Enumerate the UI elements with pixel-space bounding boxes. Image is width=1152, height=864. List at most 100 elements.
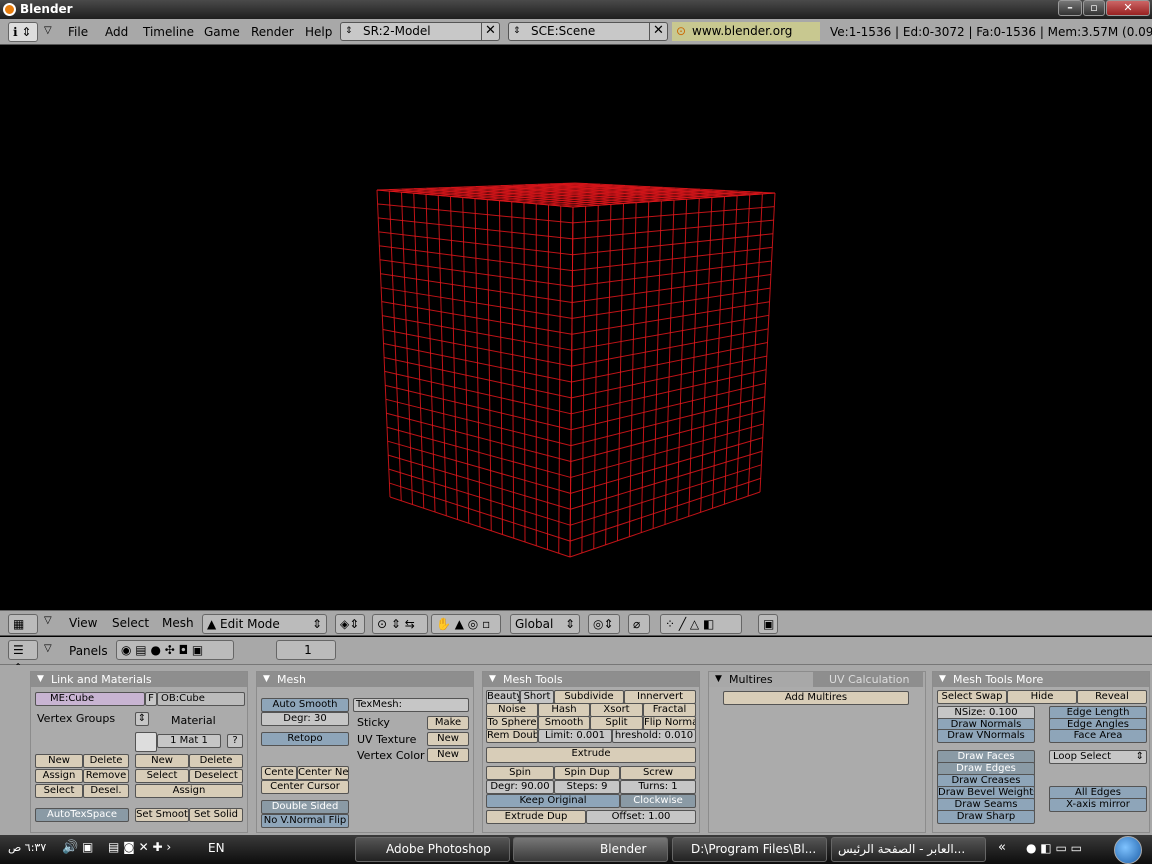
fake-user-button[interactable]: F (145, 692, 157, 706)
vcol-new-button[interactable]: New (427, 748, 469, 762)
fractal-button[interactable]: Fractal (643, 703, 696, 717)
vgroup-new-button[interactable]: New (35, 754, 83, 768)
flip-normals-button[interactable]: Flip Norma (643, 716, 696, 730)
menu-file[interactable]: File (68, 25, 88, 39)
panel-title[interactable]: ▼ Link and Materials (31, 672, 247, 687)
delete-screen-button[interactable]: ✕ (481, 22, 499, 41)
collapse-icon[interactable]: ▽ (44, 25, 52, 36)
close-window-button[interactable]: ✕ (1106, 0, 1150, 16)
material-deselect-button[interactable]: Deselect (189, 769, 243, 783)
3d-viewport[interactable] (0, 45, 1152, 610)
task-browser[interactable]: العابر - الصفحة الرئيس... (831, 837, 986, 862)
panel-title[interactable]: ▼ Mesh Tools More (933, 672, 1149, 687)
frame-field[interactable]: 1 (276, 640, 336, 660)
editor-type-button[interactable]: ℹ ⇕ (8, 22, 38, 42)
split-button[interactable]: Split (590, 716, 643, 730)
orientation-selector[interactable]: Global ⇕ (510, 614, 580, 634)
select-swap-button[interactable]: Select Swap (937, 690, 1007, 704)
select-mode-buttons[interactable]: ⁘ ╱ △ ◧ (660, 614, 742, 634)
scene-selector[interactable]: ⇕ SCE:Scene ✕ (508, 22, 668, 41)
screen-selector[interactable]: ⇕ SR:2-Model ✕ (340, 22, 500, 41)
center-button[interactable]: Cente (261, 766, 297, 780)
maximize-button[interactable]: ▫ (1083, 0, 1105, 16)
sticky-make-button[interactable]: Make (427, 716, 469, 730)
material-delete-button[interactable]: Delete (189, 754, 243, 768)
tab-multires[interactable]: Multires (729, 673, 773, 686)
short-toggle[interactable]: Short (520, 690, 554, 704)
hash-button[interactable]: Hash (538, 703, 590, 717)
spin-steps-field[interactable]: Steps: 9 (554, 780, 620, 794)
limit-field[interactable]: Limit: 0.001 (538, 729, 612, 743)
texmesh-field[interactable]: TexMesh: (353, 698, 469, 712)
set-smooth-button[interactable]: Set Smoot (135, 808, 189, 822)
subdivide-button[interactable]: Subdivide (554, 690, 624, 704)
xsort-button[interactable]: Xsort (590, 703, 643, 717)
menu-game[interactable]: Game (204, 25, 240, 39)
vgroup-menu-button[interactable]: ⇕ (135, 712, 149, 726)
extrude-button[interactable]: Extrude (486, 747, 696, 763)
editor-type-button[interactable]: ☰ ⇕ (8, 640, 38, 675)
blender-link[interactable]: ⊙ www.blender.org 248.1 (672, 22, 820, 57)
center-cursor-button[interactable]: Center Cursor (261, 780, 349, 794)
volume-icon[interactable]: 🔊 (62, 840, 78, 855)
minimize-button[interactable]: – (1058, 0, 1082, 16)
editor-type-button[interactable]: ▦ ⇕ (8, 614, 38, 649)
menu-select[interactable]: Select (112, 616, 149, 630)
expand-tray-icon[interactable]: « (998, 840, 1006, 855)
face-area-toggle[interactable]: Face Area (1049, 729, 1147, 743)
vgroup-assign-button[interactable]: Assign (35, 769, 83, 783)
context-buttons[interactable]: ◉ ▤ ● ✣ ◘ ▣ (116, 640, 234, 660)
noise-button[interactable]: Noise (486, 703, 538, 717)
double-sided-toggle[interactable]: Double Sided (261, 800, 349, 814)
loop-select-dropdown[interactable]: Loop Select ⇕ (1049, 750, 1147, 764)
snap-button[interactable]: ⌀ (628, 614, 650, 634)
tab-uv-calculation[interactable]: UV Calculation (813, 672, 923, 687)
vgroup-select-button[interactable]: Select (35, 784, 83, 798)
panel-title[interactable]: ▼ Mesh Tools (483, 672, 699, 687)
panel-title[interactable]: ▼ Mesh (257, 672, 473, 687)
offset-field[interactable]: Offset: 1.00 (586, 810, 696, 824)
task-photoshop[interactable]: Adobe Photoshop (355, 837, 510, 862)
render-preview-button[interactable]: ▣ (758, 614, 778, 634)
task-command-prompt[interactable]: D:\Program Files\Bl... (672, 837, 827, 862)
start-button[interactable] (1114, 836, 1142, 864)
no-vnormal-flip-toggle[interactable]: No V.Normal Flip (261, 814, 349, 828)
draw-vnormals-toggle[interactable]: Draw VNormals (937, 729, 1035, 743)
help-button[interactable]: ? (227, 734, 243, 748)
set-solid-button[interactable]: Set Solid (189, 808, 243, 822)
uvtex-new-button[interactable]: New (427, 732, 469, 746)
add-multires-button[interactable]: Add Multires (723, 691, 909, 705)
extrude-dup-button[interactable]: Extrude Dup (486, 810, 586, 824)
draw-sharp-toggle[interactable]: Draw Sharp (937, 810, 1035, 824)
smooth-button[interactable]: Smooth (538, 716, 590, 730)
reveal-button[interactable]: Reveal (1077, 690, 1147, 704)
mesh-name-field[interactable]: ME:Cube (35, 692, 145, 706)
spin-degrees-field[interactable]: Degr: 90.00 (486, 780, 554, 794)
center-new-button[interactable]: Center Ne (297, 766, 349, 780)
remove-doubles-button[interactable]: Rem Doub (486, 729, 538, 743)
auto-smooth-toggle[interactable]: Auto Smooth (261, 698, 349, 712)
vgroup-delete-button[interactable]: Delete (83, 754, 129, 768)
menu-help[interactable]: Help (305, 25, 332, 39)
keep-original-toggle[interactable]: Keep Original (486, 794, 620, 808)
menu-mesh[interactable]: Mesh (162, 616, 194, 630)
autotexspace-toggle[interactable]: AutoTexSpace (35, 808, 129, 822)
menu-render[interactable]: Render (251, 25, 294, 39)
delete-scene-button[interactable]: ✕ (649, 22, 667, 41)
network-icon[interactable]: ▣ (82, 840, 93, 854)
draw-type-button[interactable]: ◈⇕ (335, 614, 365, 634)
proportional-edit-button[interactable]: ◎⇕ (588, 614, 620, 634)
manipulator-buttons[interactable]: ✋ ▲ ◎ ▫ (431, 614, 501, 634)
mode-selector[interactable]: ▲ Edit Mode ⇕ (202, 614, 327, 634)
menu-view[interactable]: View (69, 616, 97, 630)
hide-button[interactable]: Hide (1007, 690, 1077, 704)
innervert-button[interactable]: Innervert (624, 690, 696, 704)
vgroup-deselect-button[interactable]: Desel. (83, 784, 129, 798)
beauty-toggle[interactable]: Beauty (486, 690, 520, 704)
turns-field[interactable]: Turns: 1 (620, 780, 696, 794)
spin-button[interactable]: Spin (486, 766, 554, 780)
quick-launch-icons[interactable]: ▤ ◙ ✕ ✚ › (108, 840, 171, 854)
screw-button[interactable]: Screw (620, 766, 696, 780)
object-name-field[interactable]: OB:Cube (157, 692, 245, 706)
threshold-field[interactable]: hreshold: 0.010 (612, 729, 696, 743)
